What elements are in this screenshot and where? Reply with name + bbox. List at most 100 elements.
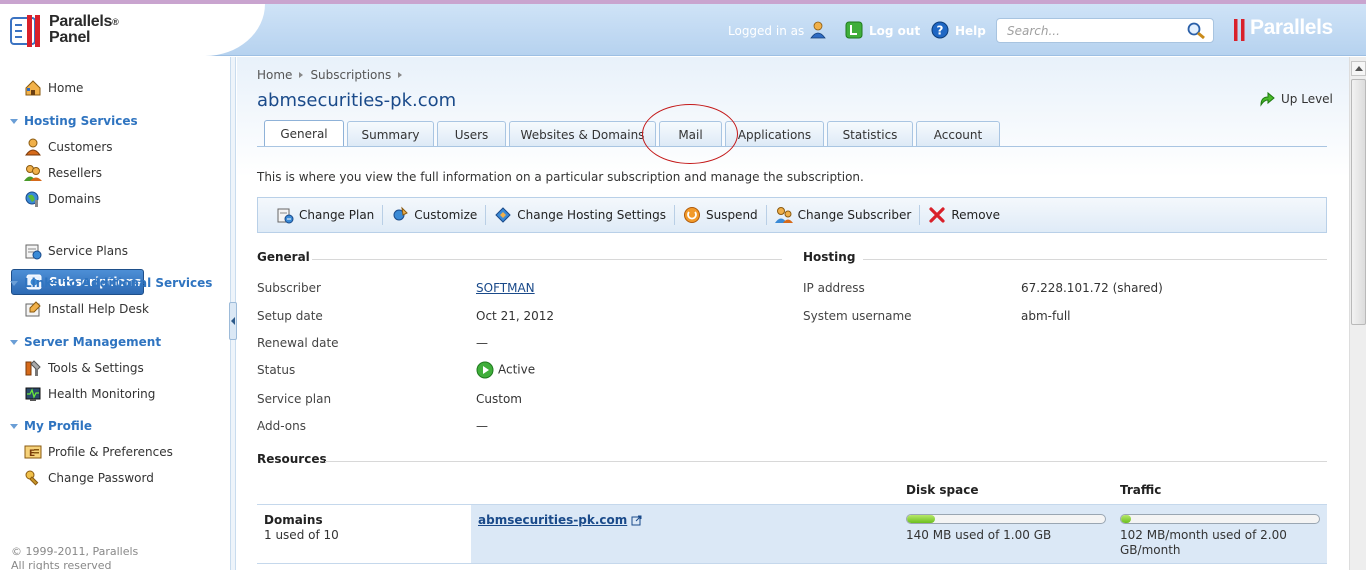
breadcrumb-subscriptions[interactable]: Subscriptions (310, 68, 391, 82)
service-plans-icon (25, 244, 42, 260)
tab-statistics[interactable]: Statistics (827, 121, 913, 147)
tab-account[interactable]: Account (916, 121, 1000, 147)
change-subscriber-icon (774, 207, 793, 223)
general-heading-rule (312, 259, 782, 260)
resellers-icon (24, 165, 42, 181)
sidebar-item-health-monitoring[interactable]: Health Monitoring (24, 384, 155, 404)
subscriber-value: SOFTMAN (476, 281, 535, 295)
traffic-usage-text: 102 MB/month used of 2.00 GB/month (1120, 528, 1287, 557)
page-scrollbar[interactable] (1349, 57, 1366, 570)
chevron-down-icon (10, 423, 18, 429)
up-level-icon (1260, 91, 1275, 107)
change-hosting-settings-button[interactable]: Change Hosting Settings (486, 205, 674, 225)
sidebar-item-service-plans[interactable]: Service Plans (24, 241, 128, 261)
domains-resource-label: Domains (264, 513, 323, 527)
page-description: This is where you view the full informat… (257, 170, 864, 184)
resources-heading-rule (325, 461, 1327, 462)
hosting-heading-rule (863, 259, 1327, 260)
sidebar-item-change-password[interactable]: Change Password (24, 468, 154, 488)
customize-icon (393, 206, 409, 221)
change-plan-icon (277, 208, 294, 224)
disk-usage-bar (906, 514, 1106, 524)
action-toolbar: Change Plan Customize Change Hosting Set… (257, 197, 1327, 233)
sidebar-section-my-profile[interactable]: My Profile (10, 419, 92, 433)
subscriber-link[interactable]: SOFTMAN (476, 281, 535, 295)
search-input[interactable] (996, 18, 1214, 43)
tab-websites-domains[interactable]: Websites & Domains (509, 121, 656, 147)
customize-button[interactable]: Customize (383, 205, 485, 225)
mail-tab-highlight-circle (642, 104, 738, 164)
change-plan-button[interactable]: Change Plan (268, 205, 382, 225)
logo-text: Parallels® Panel (49, 13, 119, 46)
suspend-icon (683, 207, 700, 223)
active-status-icon (476, 361, 494, 379)
tab-applications[interactable]: Applications (725, 121, 824, 147)
system-username-value: abm-full (1021, 309, 1071, 323)
up-level-link[interactable]: Up Level (1258, 90, 1333, 108)
setup-date-value: Oct 21, 2012 (476, 309, 554, 323)
renewal-date-label: Renewal date (257, 336, 339, 350)
tools-icon (25, 360, 41, 376)
tab-general[interactable]: General (264, 120, 344, 147)
main-content: Home Subscriptions abmsecurities-pk.com … (237, 57, 1349, 570)
parallels-panel-logo-icon (10, 15, 40, 47)
breadcrumb-home[interactable]: Home (257, 68, 292, 82)
help-desk-icon (25, 301, 41, 317)
copyright: © 1999-2011, Parallels All rights reserv… (11, 545, 139, 570)
sidebar-item-install-help-desk[interactable]: Install Help Desk (24, 299, 149, 319)
page-title: abmsecurities-pk.com (257, 90, 457, 111)
sidebar-section-server-management[interactable]: Server Management (10, 335, 161, 349)
addons-label: Add-ons (257, 419, 306, 433)
chevron-down-icon (10, 280, 18, 286)
external-link-icon[interactable] (631, 515, 642, 526)
ip-address-value: 67.228.101.72 (shared) (1021, 281, 1163, 295)
sidebar: Home Hosting Services Customers Reseller… (0, 57, 230, 570)
service-plan-value: Custom (476, 392, 522, 406)
logout-link[interactable]: Log out (869, 24, 920, 38)
domains-icon (25, 191, 39, 207)
customer-icon (25, 138, 41, 156)
table-row: Domains 1 used of 10 abmsecurities-pk.co… (257, 504, 1327, 564)
setup-date-label: Setup date (257, 309, 323, 323)
scrollbar-thumb[interactable] (1351, 79, 1366, 325)
system-username-label: System username (803, 309, 912, 323)
tab-users[interactable]: Users (437, 121, 506, 147)
sidebar-item-tools-settings[interactable]: Tools & Settings (24, 358, 144, 378)
service-plan-label: Service plan (257, 392, 332, 406)
domain-link[interactable]: abmsecurities-pk.com (478, 513, 627, 527)
sidebar-item-resellers[interactable]: Resellers (24, 163, 102, 183)
tab-summary[interactable]: Summary (347, 121, 434, 147)
chevron-down-icon (10, 118, 18, 124)
search-icon[interactable] (1186, 22, 1206, 40)
user-icon[interactable] (810, 21, 826, 39)
change-subscriber-button[interactable]: Change Subscriber (767, 205, 920, 225)
health-monitoring-icon (25, 387, 41, 401)
sidebar-collapse-handle[interactable] (229, 302, 237, 340)
help-link[interactable]: Help (955, 24, 986, 38)
help-icon[interactable]: ? (931, 21, 949, 39)
remove-button[interactable]: Remove (920, 205, 1008, 225)
disk-usage-bar-fill (907, 515, 935, 523)
disk-space-header: Disk space (906, 483, 979, 497)
breadcrumb-arrow-icon (299, 72, 304, 78)
sidebar-section-links-additional[interactable]: Links to Additional Services (10, 276, 212, 290)
sidebar-section-hosting-services[interactable]: Hosting Services (10, 114, 138, 128)
suspend-button[interactable]: Suspend (675, 205, 766, 225)
disk-usage-text: 140 MB used of 1.00 GB (906, 528, 1052, 542)
hosting-settings-icon (495, 207, 512, 223)
ip-address-label: IP address (803, 281, 865, 295)
domain-link-container: abmsecurities-pk.com (478, 513, 642, 527)
sidebar-item-profile-preferences[interactable]: E Profile & Preferences (24, 442, 173, 462)
logged-in-label: Logged in as (728, 24, 805, 38)
sidebar-item-home[interactable]: Home (24, 78, 83, 98)
logout-icon[interactable] (845, 21, 863, 39)
home-icon (25, 80, 41, 96)
general-heading: General (257, 250, 310, 264)
sidebar-item-customers[interactable]: Customers (24, 137, 113, 157)
scroll-up-arrow-icon[interactable] (1351, 61, 1366, 76)
key-icon (25, 470, 39, 486)
tabs-baseline (257, 146, 1327, 147)
resources-heading: Resources (257, 452, 327, 466)
hosting-heading: Hosting (803, 250, 856, 264)
sidebar-item-domains[interactable]: Domains (24, 189, 101, 209)
